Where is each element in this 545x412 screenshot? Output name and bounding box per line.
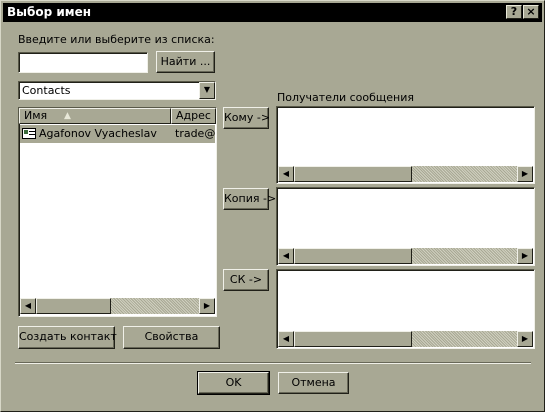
cc-hscrollbar[interactable]: ◀ ▶ — [278, 248, 533, 264]
column-header-address[interactable]: Адрес э — [171, 108, 216, 124]
scroll-right-icon[interactable]: ▶ — [517, 166, 533, 182]
scroll-thumb[interactable] — [294, 166, 412, 182]
cc-recipients-list[interactable]: ◀ ▶ — [276, 187, 535, 266]
to-recipients-list[interactable]: ◀ ▶ — [276, 106, 535, 184]
new-contact-button[interactable]: Создать контакт — [18, 326, 117, 349]
contact-address: trade@b — [175, 127, 216, 140]
scroll-left-icon[interactable]: ◀ — [278, 331, 294, 347]
cancel-button[interactable]: Отмена — [278, 372, 349, 394]
scroll-thumb[interactable] — [36, 298, 111, 314]
help-button[interactable]: ? — [506, 5, 522, 19]
close-button[interactable]: × — [523, 5, 539, 19]
scroll-thumb[interactable] — [294, 248, 412, 264]
contacts-hscrollbar[interactable]: ◀ ▶ — [20, 298, 215, 314]
recipients-label: Получатели сообщения — [277, 91, 415, 104]
contacts-list[interactable]: Имя ▲ Адрес э Agafonov Vyacheslav trade@… — [18, 107, 217, 317]
window-title: Выбор имен — [7, 5, 92, 19]
scroll-left-icon[interactable]: ◀ — [278, 248, 294, 264]
cc-button[interactable]: Копия -> — [223, 188, 276, 210]
title-bar[interactable]: Выбор имен ? × — [3, 3, 542, 22]
chevron-down-icon[interactable]: ▼ — [199, 82, 215, 99]
contact-card-icon — [22, 128, 36, 139]
address-book-select[interactable]: Contacts ▼ — [18, 81, 216, 100]
scroll-left-icon[interactable]: ◀ — [20, 298, 36, 314]
to-button[interactable]: Кому -> — [223, 107, 270, 129]
search-prompt-label: Введите или выберите из списка: — [18, 33, 215, 46]
column-header-name[interactable]: Имя ▲ — [19, 108, 171, 124]
address-book-value: Contacts — [22, 84, 71, 97]
to-hscrollbar[interactable]: ◀ ▶ — [278, 166, 533, 182]
search-input[interactable] — [18, 52, 148, 73]
bcc-hscrollbar[interactable]: ◀ ▶ — [278, 331, 533, 347]
find-button[interactable]: Найти ... — [156, 51, 215, 73]
properties-button[interactable]: Свойства — [123, 326, 220, 349]
scroll-right-icon[interactable]: ▶ — [517, 248, 533, 264]
column-header-name-label: Имя — [24, 109, 48, 122]
sort-ascending-icon: ▲ — [64, 111, 71, 121]
footer-divider — [15, 362, 531, 364]
bcc-recipients-list[interactable]: ◀ ▶ — [276, 269, 535, 349]
bcc-button[interactable]: СК -> — [223, 269, 269, 291]
ok-button[interactable]: OK — [197, 371, 270, 395]
scroll-thumb[interactable] — [294, 331, 412, 347]
list-item[interactable]: Agafonov Vyacheslav trade@b — [20, 125, 216, 143]
scroll-right-icon[interactable]: ▶ — [517, 331, 533, 347]
scroll-right-icon[interactable]: ▶ — [199, 298, 215, 314]
select-names-dialog: Выбор имен ? × Введите или выберите из с… — [0, 0, 545, 412]
scroll-left-icon[interactable]: ◀ — [278, 166, 294, 182]
contact-name: Agafonov Vyacheslav — [39, 127, 157, 140]
